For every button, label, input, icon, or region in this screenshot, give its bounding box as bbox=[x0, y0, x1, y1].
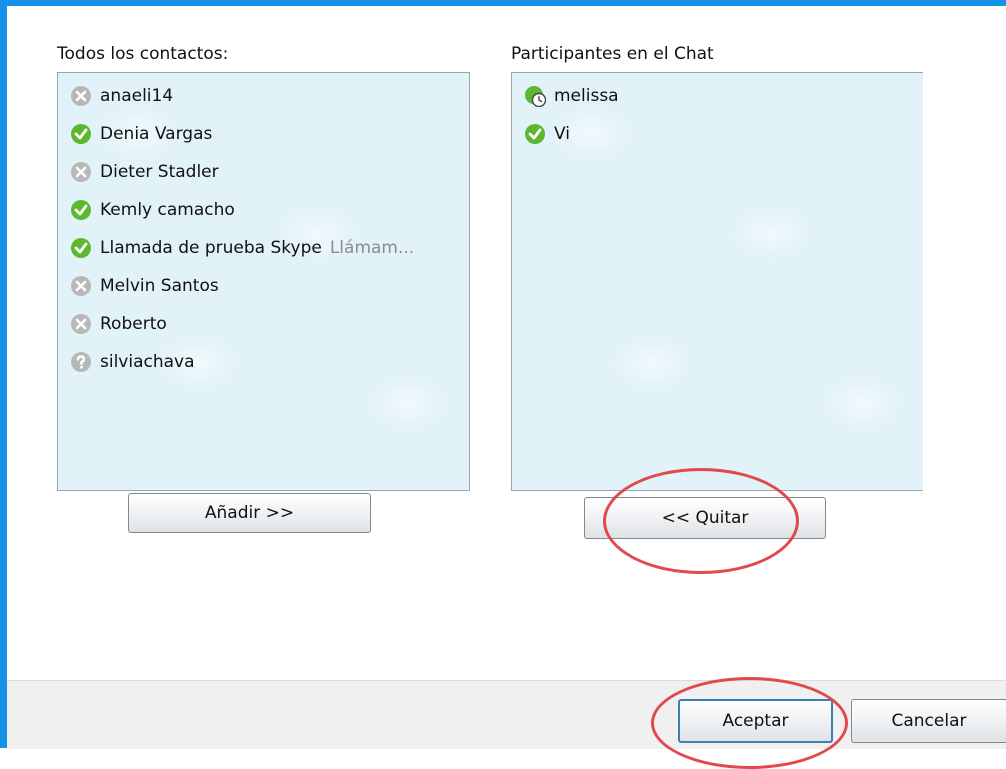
contact-mood-message: Llámam... bbox=[329, 238, 415, 258]
dialog-window: Todos los contactos: Participantes en el… bbox=[0, 0, 1006, 749]
contact-item[interactable]: Denia Vargas bbox=[70, 119, 212, 149]
remove-button[interactable]: << Quitar bbox=[584, 497, 826, 539]
contact-name: Roberto bbox=[100, 314, 167, 334]
cancel-button[interactable]: Cancelar bbox=[851, 699, 1006, 743]
all-contacts-label: Todos los contactos: bbox=[57, 44, 229, 64]
online-status-icon bbox=[70, 199, 92, 221]
contact-item[interactable]: Kemly camacho bbox=[70, 195, 235, 225]
participant-item[interactable]: melissa bbox=[524, 81, 619, 111]
contact-item[interactable]: Melvin Santos bbox=[70, 271, 219, 301]
contact-name: Llamada de prueba Skype bbox=[100, 238, 322, 258]
offline-status-icon bbox=[70, 275, 92, 297]
ok-button[interactable]: Aceptar bbox=[678, 699, 833, 743]
contact-name: Kemly camacho bbox=[100, 200, 235, 220]
online-status-icon bbox=[524, 123, 546, 145]
participants-list[interactable]: melissa Vi bbox=[511, 72, 923, 491]
offline-status-icon bbox=[70, 161, 92, 183]
participant-name: melissa bbox=[554, 86, 619, 106]
participant-item[interactable]: Vi bbox=[524, 119, 570, 149]
all-contacts-list[interactable]: anaeli14 Denia Vargas Dieter Stadler Kem… bbox=[57, 72, 470, 491]
away-status-icon bbox=[524, 85, 546, 107]
participant-name: Vi bbox=[554, 124, 570, 144]
contact-name: anaeli14 bbox=[100, 86, 174, 106]
add-button[interactable]: Añadir >> bbox=[128, 493, 371, 533]
contact-item[interactable]: anaeli14 bbox=[70, 81, 173, 111]
online-status-icon bbox=[70, 237, 92, 259]
contact-item[interactable]: Dieter Stadler bbox=[70, 157, 219, 187]
contact-item[interactable]: Llamada de prueba Skype Llámam... bbox=[70, 233, 414, 263]
offline-status-icon bbox=[70, 85, 92, 107]
contact-item[interactable]: silviachava bbox=[70, 347, 195, 377]
contact-name: Dieter Stadler bbox=[100, 162, 219, 182]
contact-name: Melvin Santos bbox=[100, 276, 219, 296]
dialog-footer: Aceptar Cancelar bbox=[7, 680, 1006, 749]
contact-item[interactable]: Roberto bbox=[70, 309, 167, 339]
unknown-status-icon bbox=[70, 351, 92, 373]
offline-status-icon bbox=[70, 313, 92, 335]
contact-name: Denia Vargas bbox=[100, 124, 213, 144]
contact-name: silviachava bbox=[100, 352, 195, 372]
participants-label: Participantes en el Chat bbox=[511, 44, 714, 64]
online-status-icon bbox=[70, 123, 92, 145]
